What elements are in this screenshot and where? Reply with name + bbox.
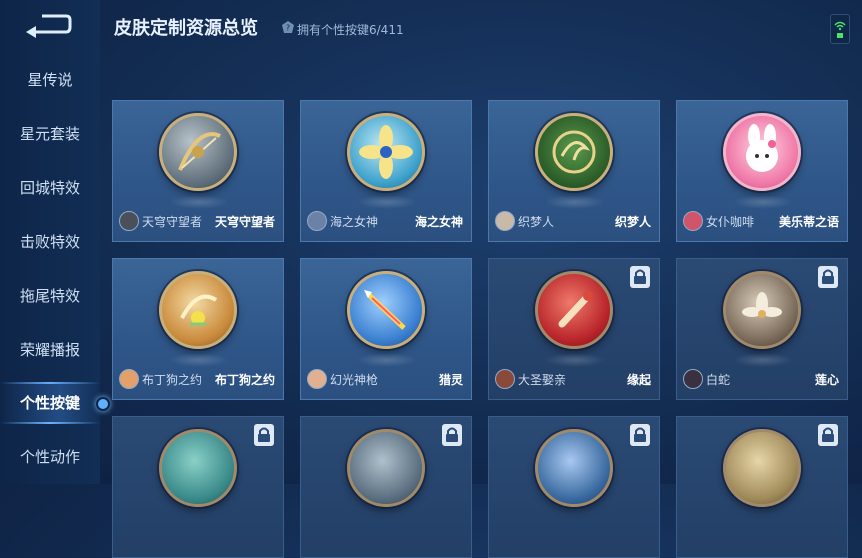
sidebar-item-kill-effect[interactable]: 击败特效: [0, 222, 100, 262]
svg-text:?: ?: [286, 24, 290, 33]
lock-icon: [630, 424, 650, 446]
hero-avatar: [307, 369, 327, 389]
skin-name: 缘起: [626, 373, 651, 387]
hero-name: 大圣娶亲: [518, 373, 567, 387]
skin-card-locked[interactable]: [676, 416, 848, 558]
sidebar-item-recall-effect[interactable]: 回城特效: [0, 168, 100, 208]
hero-name: 布丁狗之约: [142, 373, 203, 387]
skin-card-locked[interactable]: [300, 416, 472, 558]
partial-icon: [723, 429, 801, 507]
skin-card[interactable]: 女仆咖啡 美乐蒂之语: [676, 100, 848, 242]
hero-name: 女仆咖啡: [706, 215, 755, 229]
skin-name: 海之女神: [414, 215, 463, 229]
owned-count: 拥有个性按键6/411: [297, 23, 404, 37]
hero-name: 白蛇: [706, 373, 731, 387]
skin-card[interactable]: 织梦人 织梦人: [488, 100, 660, 242]
lotus-icon: [723, 271, 801, 349]
sidebar: 星传说 星元套装 回城特效 击败特效 拖尾特效 荣耀播报 个性按键 个性动作: [0, 0, 100, 484]
hero-avatar: [683, 211, 703, 231]
dragon-emblem-icon: [535, 113, 613, 191]
question-icon[interactable]: ?: [282, 21, 294, 33]
skin-name: 天穹守望者: [214, 215, 275, 229]
hero-name: 天穹守望者: [142, 215, 203, 229]
hero-name: 织梦人: [518, 215, 555, 229]
skin-name: 莲心: [814, 373, 839, 387]
melody-icon: [723, 113, 801, 191]
bow-icon: [159, 113, 237, 191]
skin-card[interactable]: 海之女神 海之女神: [300, 100, 472, 242]
skin-card-locked[interactable]: 白蛇 莲心: [676, 258, 848, 400]
spear-icon: [347, 271, 425, 349]
skin-card-locked[interactable]: [112, 416, 284, 558]
partial-icon: [347, 429, 425, 507]
hero-avatar: [307, 211, 327, 231]
sidebar-item-star-legend[interactable]: 星传说: [0, 60, 100, 100]
sidebar-item-custom-buttons[interactable]: 个性按键: [0, 383, 100, 423]
back-arrow-icon: [26, 14, 72, 38]
lock-icon: [254, 424, 274, 446]
partial-icon: [159, 429, 237, 507]
hero-avatar: [119, 369, 139, 389]
lock-icon: [818, 424, 838, 446]
skin-name: 美乐蒂之语: [778, 215, 839, 229]
page-title: 皮肤定制资源总览: [114, 18, 258, 39]
lock-icon: [630, 266, 650, 288]
bow-ribbon-icon: [159, 271, 237, 349]
hero-avatar: [119, 211, 139, 231]
partial-icon: [535, 429, 613, 507]
skin-card-locked[interactable]: 大圣娶亲 缘起: [488, 258, 660, 400]
sidebar-item-star-suit[interactable]: 星元套装: [0, 114, 100, 154]
back-button[interactable]: [22, 10, 74, 40]
skin-card[interactable]: 天穹守望者 天穹守望者: [112, 100, 284, 242]
skin-card[interactable]: 布丁狗之约 布丁狗之约: [112, 258, 284, 400]
hero-avatar: [495, 369, 515, 389]
active-dot-icon: [96, 397, 110, 411]
scroll-icon: [535, 271, 613, 349]
hero-avatar: [683, 369, 703, 389]
wifi-icon: [834, 21, 846, 38]
skin-name: 织梦人: [614, 215, 651, 229]
sidebar-item-custom-actions[interactable]: 个性动作: [0, 437, 100, 477]
skin-name: 布丁狗之约: [214, 373, 275, 387]
sidebar-item-glory-broadcast[interactable]: 荣耀播报: [0, 330, 100, 370]
hero-name: 海之女神: [330, 215, 379, 229]
lock-icon: [442, 424, 462, 446]
sidebar-item-trail-effect[interactable]: 拖尾特效: [0, 276, 100, 316]
network-status: [830, 14, 850, 44]
flower-icon: [347, 113, 425, 191]
hero-name: 幻光神枪: [330, 373, 379, 387]
lock-icon: [818, 266, 838, 288]
skin-card[interactable]: 幻光神枪 猎灵: [300, 258, 472, 400]
skin-card-locked[interactable]: [488, 416, 660, 558]
skin-name: 猎灵: [438, 373, 463, 387]
hero-avatar: [495, 211, 515, 231]
active-indicator-bottom: [0, 422, 100, 424]
